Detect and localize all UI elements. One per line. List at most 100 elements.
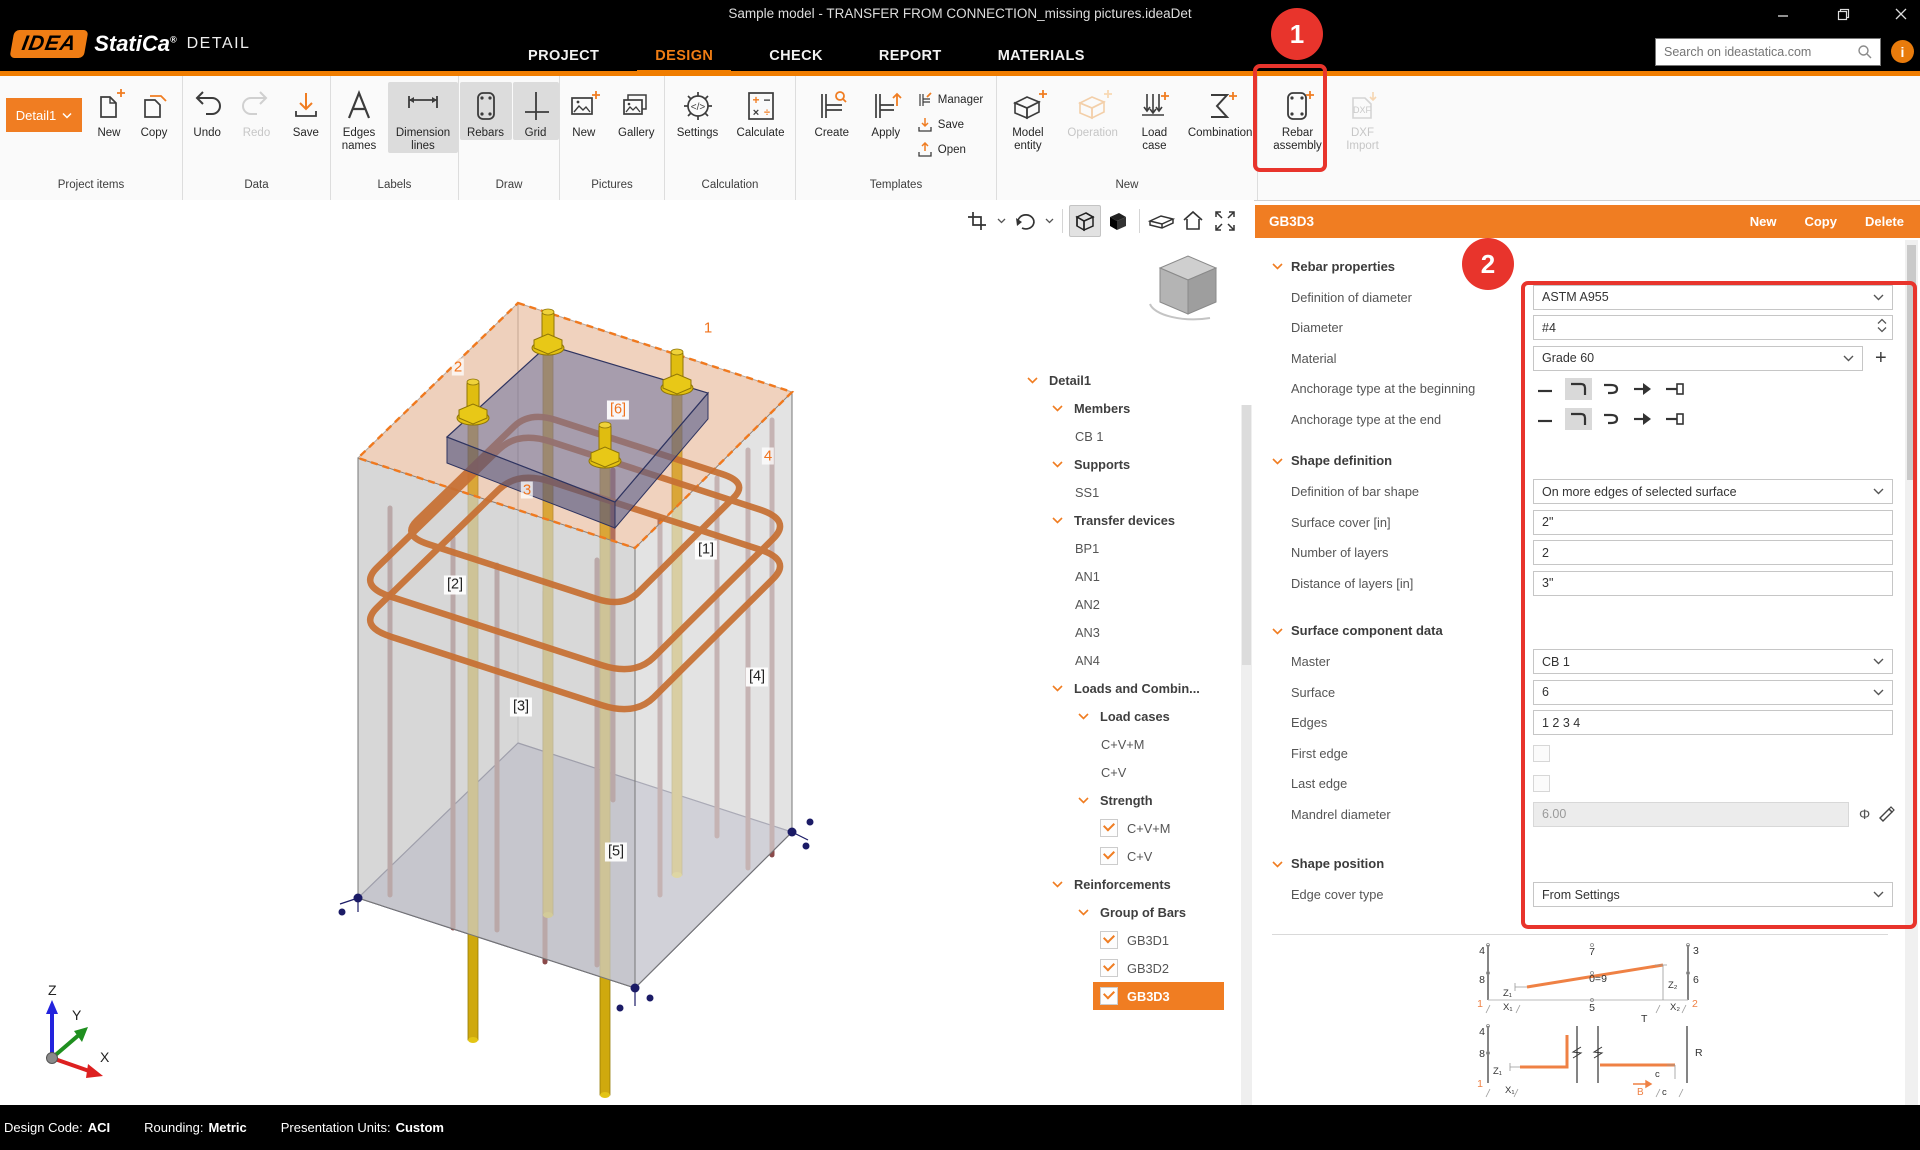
tree-scrollbar-thumb[interactable] (1242, 405, 1251, 665)
apply-template-button[interactable]: Apply (860, 82, 912, 140)
tree-item-cv[interactable]: C+V (1018, 758, 1240, 786)
tree-item-cvm[interactable]: C+V+M (1018, 730, 1240, 758)
section-rebar-properties[interactable]: Rebar properties (1255, 250, 1905, 282)
copy-project-item-button[interactable]: Copy (132, 82, 176, 140)
calculate-button[interactable]: +−×÷ Calculate (729, 82, 793, 140)
edge-number-1[interactable]: 1 (702, 320, 714, 337)
tree-item-members[interactable]: Members (1018, 394, 1240, 422)
status-bar: Design Code:ACI Rounding:Metric Presenta… (0, 1105, 1920, 1150)
edge-number-2[interactable]: 2 (452, 359, 464, 376)
panel-delete-button[interactable]: Delete (1865, 214, 1904, 229)
edges-names-button[interactable]: Edges names (331, 82, 387, 153)
undo-button[interactable]: Undo (183, 82, 231, 140)
zoom-extents-button[interactable] (1210, 206, 1240, 236)
menu-check[interactable]: CHECK (741, 40, 851, 72)
tree-item-strength-cvm[interactable]: C+V+M (1018, 814, 1240, 842)
create-template-button[interactable]: Create (805, 82, 859, 140)
rotate-options-chevron[interactable] (1042, 206, 1056, 236)
tree-item-gb3d2[interactable]: GB3D2 (1018, 954, 1240, 982)
checkbox[interactable] (1100, 847, 1118, 865)
tree-item-an2[interactable]: AN2 (1018, 590, 1240, 618)
tree-item-detail1[interactable]: Detail1 (1018, 366, 1240, 394)
anchorage-end-label: Anchorage type at the end (1291, 412, 1533, 427)
home-view-button[interactable] (1178, 206, 1208, 236)
tree-item-strength-cv[interactable]: C+V (1018, 842, 1240, 870)
tree-item-loads[interactable]: Loads and Combin... (1018, 674, 1240, 702)
dxf-import-button[interactable]: DXF DXF Import (1333, 82, 1393, 153)
annotation-step-1: 1 (1271, 8, 1323, 60)
solid-view-button[interactable] (1103, 206, 1133, 236)
tree-item-reinforcements[interactable]: Reinforcements (1018, 870, 1240, 898)
svg-text:B: B (1637, 1087, 1644, 1098)
restore-button[interactable] (1828, 4, 1858, 24)
checkbox[interactable] (1100, 959, 1118, 977)
rebars-button[interactable]: Rebars (460, 82, 512, 140)
surface-cover-label: Surface cover [in] (1291, 515, 1533, 530)
tree-item-an3[interactable]: AN3 (1018, 618, 1240, 646)
template-save-button[interactable]: Save (913, 115, 987, 135)
project-item-selector[interactable]: Detail1 (6, 98, 82, 132)
wireframe-view-button[interactable] (1069, 205, 1101, 237)
tree-item-supports[interactable]: Supports (1018, 450, 1240, 478)
info-icon[interactable]: i (1891, 40, 1914, 63)
gallery-button[interactable]: Gallery (609, 82, 664, 140)
tree-scrollbar[interactable] (1241, 405, 1252, 1150)
ribbon-filler (1398, 76, 1920, 200)
grid-button[interactable]: Grid (513, 82, 559, 140)
group-label-new: New (997, 179, 1257, 200)
tree-item-an4[interactable]: AN4 (1018, 646, 1240, 674)
svg-text:1: 1 (1477, 1078, 1483, 1090)
undo-icon (188, 86, 226, 126)
edge-number-4[interactable]: 4 (762, 448, 774, 465)
menu-materials[interactable]: MATERIALS (970, 40, 1113, 72)
tree-item-transfer-devices[interactable]: Transfer devices (1018, 506, 1240, 534)
logo-statica-text: StatiCa® (94, 31, 176, 57)
tree-item-gb3d3-selected[interactable]: GB3D3 (1093, 982, 1224, 1010)
navigation-cube[interactable] (1150, 256, 1216, 319)
template-open-button[interactable]: Open (913, 140, 987, 160)
tree-item-gb3d1[interactable]: GB3D1 (1018, 926, 1240, 954)
viewport-3d[interactable]: Z Y X 1 2 3 4 [1] [2] [3] [4] [5] [6] (0, 200, 1254, 1105)
tree-item-group-of-bars[interactable]: Group of Bars (1018, 898, 1240, 926)
settings-button[interactable]: </> Settings (668, 82, 728, 140)
group-label-project-items: Project items (0, 179, 182, 200)
panel-copy-button[interactable]: Copy (1804, 214, 1837, 229)
tree-item-strength[interactable]: Strength (1018, 786, 1240, 814)
edge-number-3[interactable]: 3 (521, 482, 533, 499)
dimension-lines-button[interactable]: Dimension lines (388, 82, 458, 153)
load-case-button[interactable]: Load case (1127, 82, 1183, 153)
panel-new-button[interactable]: New (1750, 214, 1777, 229)
new-picture-button[interactable]: New (560, 82, 608, 140)
crop-options-chevron[interactable] (994, 206, 1008, 236)
ribbon-group-new: Model entity Operation Load case Combina… (997, 76, 1258, 200)
section-view-button[interactable] (1146, 206, 1176, 236)
tree-item-ss1[interactable]: SS1 (1018, 478, 1240, 506)
menu-design[interactable]: DESIGN (627, 40, 741, 72)
menu-project[interactable]: PROJECT (500, 40, 627, 72)
svg-text:3: 3 (1693, 945, 1699, 957)
template-manager-button[interactable]: Manager (913, 90, 987, 110)
search-box[interactable] (1655, 38, 1881, 66)
crop-view-button[interactable] (962, 206, 992, 236)
combination-button[interactable]: Combination (1183, 82, 1257, 140)
save-button[interactable]: Save (282, 82, 330, 140)
checkbox[interactable] (1100, 931, 1118, 949)
operation-button[interactable]: Operation (1060, 82, 1126, 140)
search-input[interactable] (1656, 45, 1857, 59)
minimize-button[interactable] (1768, 4, 1798, 24)
new-project-item-button[interactable]: New (87, 82, 131, 140)
redo-button[interactable]: Redo (232, 82, 280, 140)
model-entity-button[interactable]: Model entity (997, 82, 1059, 153)
checkbox[interactable] (1100, 987, 1118, 1005)
tree-item-bp1[interactable]: BP1 (1018, 534, 1240, 562)
chevron-down-icon (1052, 516, 1066, 524)
menu-report[interactable]: REPORT (851, 40, 970, 72)
tree-item-cb1[interactable]: CB 1 (1018, 422, 1240, 450)
tree-item-an1[interactable]: AN1 (1018, 562, 1240, 590)
dimension-icon (401, 86, 445, 126)
close-button[interactable] (1886, 4, 1916, 24)
checkbox[interactable] (1100, 819, 1118, 837)
model-tree: Detail1 Members CB 1 Supports SS1 Transf… (1018, 366, 1240, 1010)
rotate-view-button[interactable] (1010, 206, 1040, 236)
tree-item-load-cases[interactable]: Load cases (1018, 702, 1240, 730)
